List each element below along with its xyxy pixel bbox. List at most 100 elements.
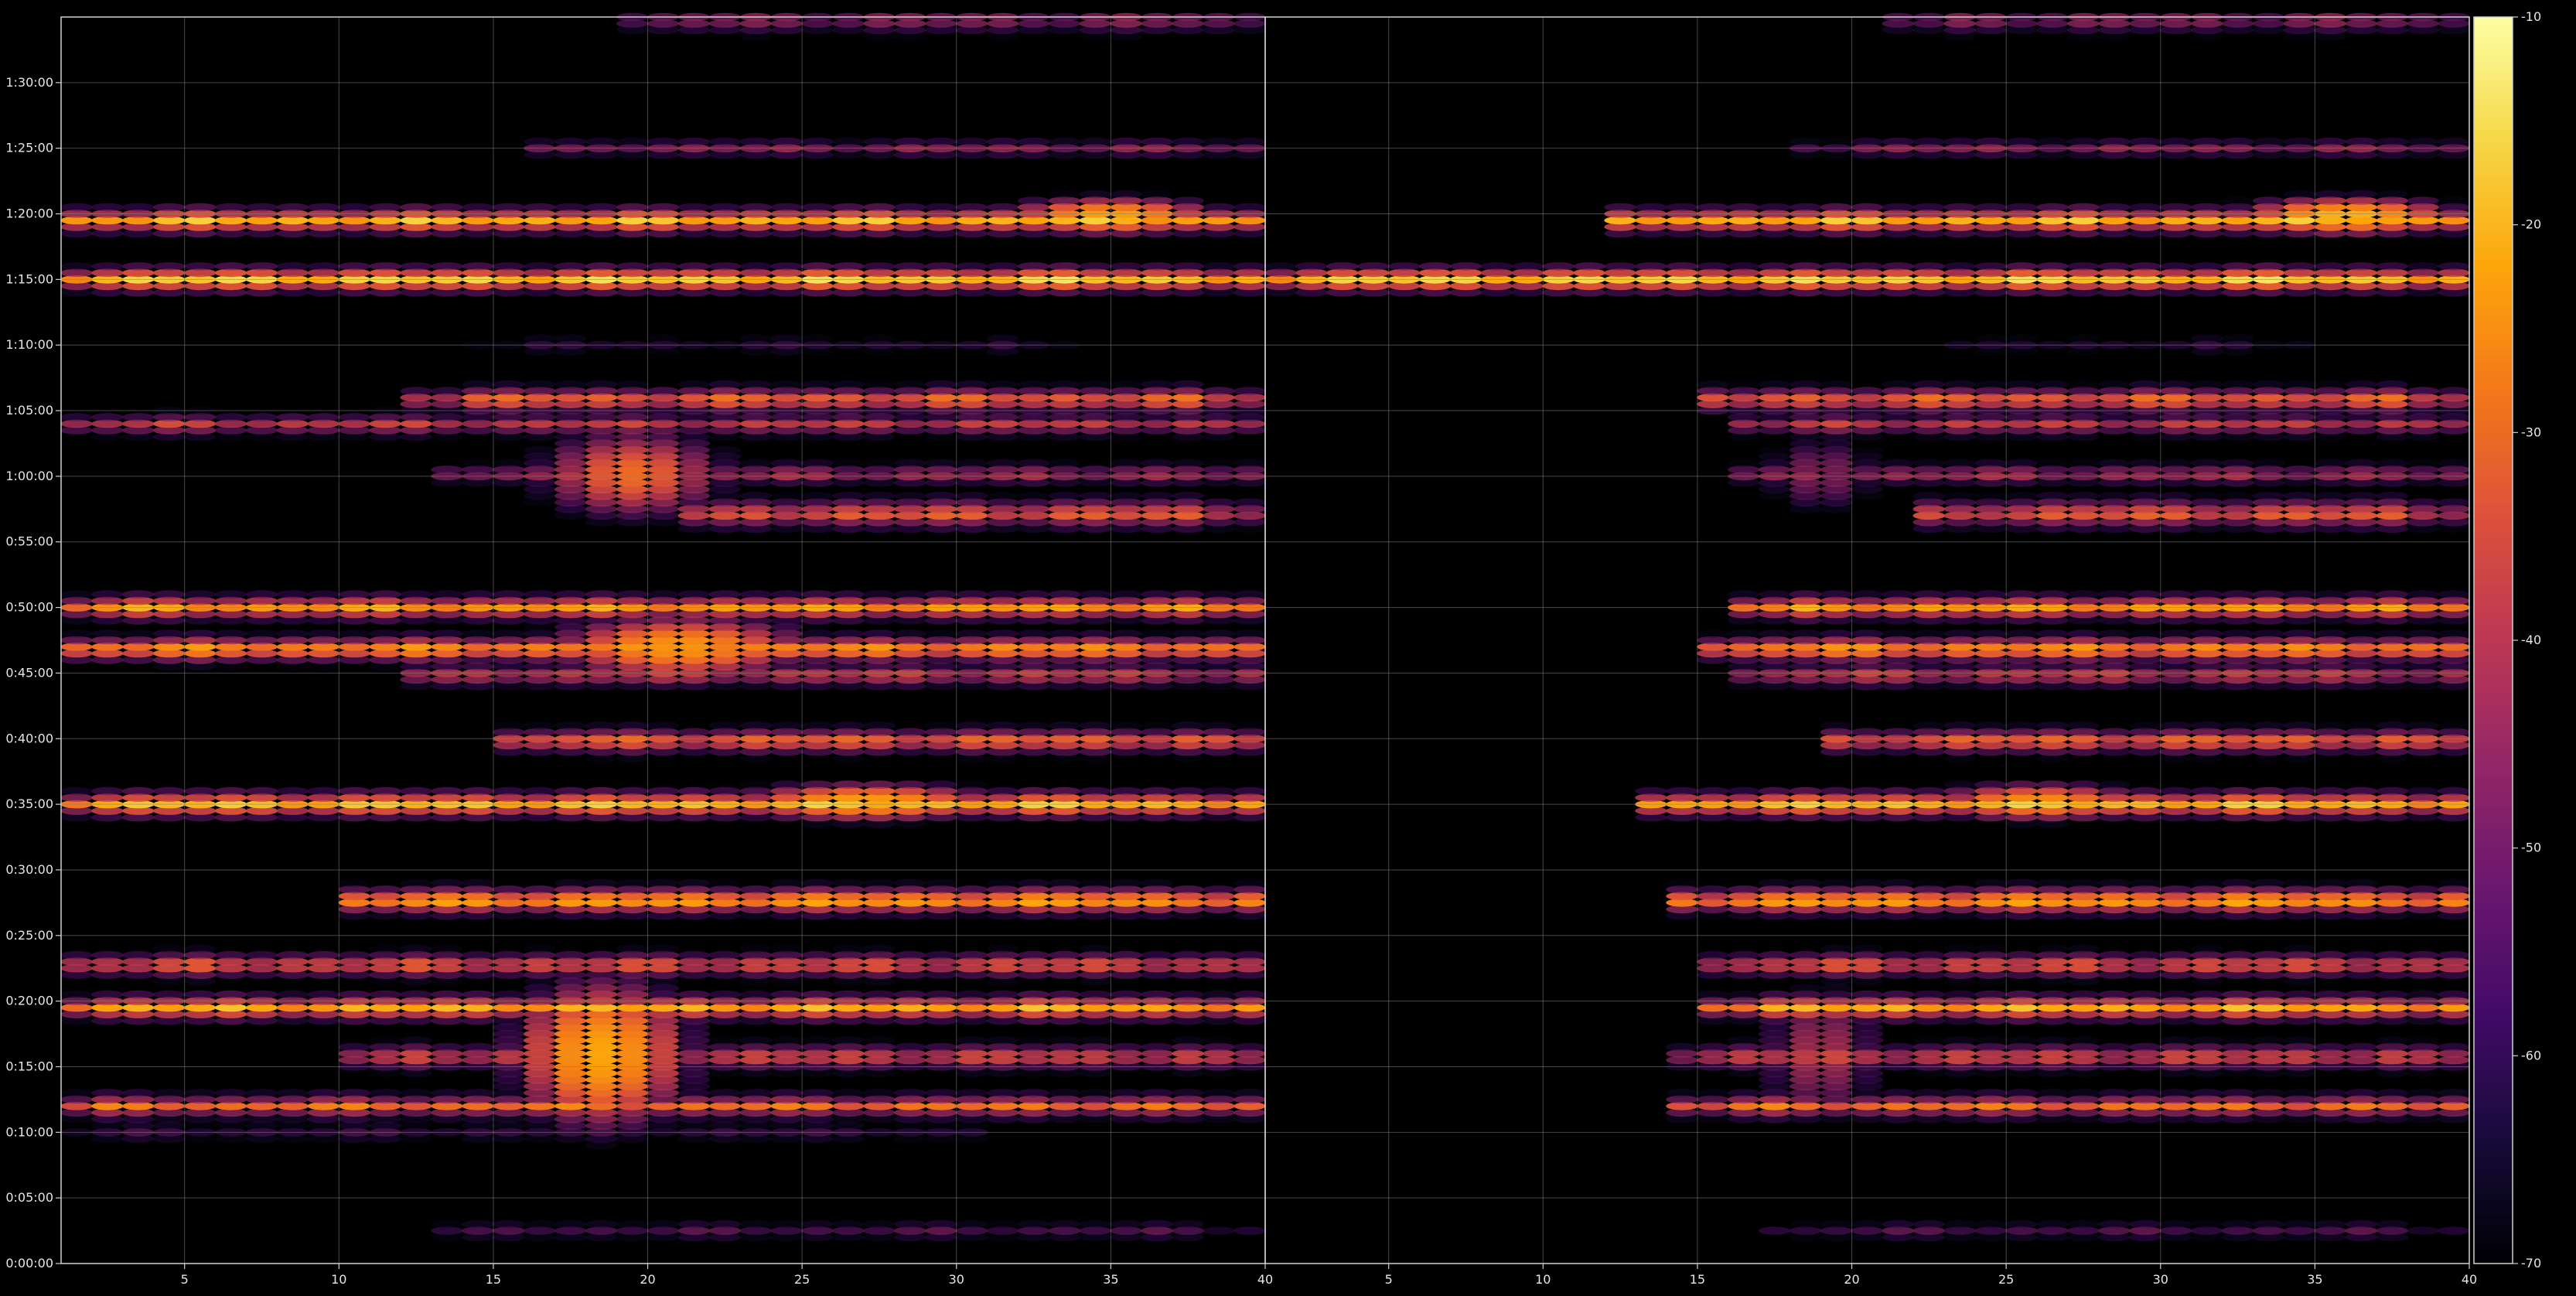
heatmap-cell [987,1220,1019,1229]
heatmap-cell [1974,780,2007,789]
heatmap-cell [1728,885,1760,894]
heatmap-cell [1203,1089,1235,1097]
heatmap-cell [2160,1220,2192,1229]
heatmap-cell [554,1220,587,1229]
heatmap-cell [2005,1036,2038,1045]
heatmap-cell [956,1089,988,1097]
heatmap-cell [925,380,957,389]
heatmap-cell [91,629,124,638]
heatmap-cell [801,1089,834,1097]
heatmap-cell [585,721,618,730]
heatmap-cell [1172,991,1204,999]
heatmap-cell [308,590,340,599]
heatmap-cell [246,262,278,271]
heatmap-cell [2129,262,2161,271]
heatmap-cell [308,1089,340,1097]
heatmap-cell [2005,1089,2038,1097]
heatmap-cell [1851,945,1884,953]
heatmap-cell [1944,885,1977,894]
heatmap-cell [801,203,834,212]
heatmap-cell [2005,721,2038,730]
heatmap-cell [2253,1036,2285,1045]
heatmap-cell [1944,492,1977,500]
heatmap-cell [493,1220,525,1229]
heatmap-cell [60,262,93,271]
heatmap-cell [987,629,1019,638]
heatmap-cell [554,590,587,599]
heatmap-cell [462,459,494,468]
heatmap-cell [894,1043,926,1052]
heatmap-cell [585,262,618,271]
heatmap-cell [1111,190,1143,199]
heatmap-cell [1141,1043,1174,1052]
heatmap-cell [1759,787,1791,796]
heatmap-cell [1666,1043,1698,1052]
heatmap-cell [2222,1220,2254,1229]
heatmap-cell [1111,991,1143,999]
heatmap-cell [1913,951,1946,960]
heatmap-cell [1974,262,2007,271]
heatmap-cell [369,1036,401,1045]
heatmap-cell [2098,459,2131,468]
heatmap-cell [832,203,865,212]
heatmap-cell [1697,1043,1729,1052]
heatmap-cell [1790,590,1822,599]
heatmap-cell [2067,629,2100,638]
heatmap-cell [894,262,926,271]
heatmap-cell [1018,492,1050,500]
heatmap-cell [1944,721,1977,730]
heatmap-cell [925,459,957,468]
heatmap-cell [1944,1220,1977,1229]
heatmap-cell [1913,590,1946,599]
heatmap-cell [1820,879,1853,888]
heatmap-cell [2222,951,2254,960]
heatmap-cell [2067,1036,2100,1045]
heatmap-cell [770,1089,803,1097]
heatmap-cell [1018,380,1050,389]
heatmap-cell [1172,262,1204,271]
heatmap-cell [801,1220,834,1229]
heatmap-cell [1635,203,1667,212]
heatmap-cell [1080,262,1112,271]
heatmap-cell [554,951,587,960]
heatmap-cell [277,590,309,599]
heatmap-cell [2098,492,2131,500]
heatmap-cell [215,413,247,421]
heatmap-cell [2284,945,2316,953]
heatmap-cell [2191,1036,2223,1045]
heatmap-cell [1233,203,1266,212]
heatmap-cell [122,413,155,421]
heatmap-cell [2129,951,2161,960]
heatmap-cell [1759,262,1791,271]
heatmap-cell [1882,728,1915,737]
heatmap-cell [2036,780,2069,789]
heatmap-cell [709,1220,742,1229]
heatmap-cell [740,138,773,146]
heatmap-cell [339,787,371,796]
heatmap-cell [1974,1036,2007,1045]
heatmap-cell [1172,590,1204,599]
heatmap-cell [1111,1089,1143,1097]
heatmap-cell [925,780,957,789]
heatmap-cell [2067,138,2100,146]
heatmap-cell [184,590,217,599]
heatmap-cell [1882,262,1915,271]
heatmap-cell [2284,629,2316,638]
heatmap-cell [2005,780,2038,789]
heatmap-cell [1080,380,1112,389]
heatmap-cell [894,728,926,737]
heatmap-cell [2253,629,2285,638]
heatmap-cell [1697,787,1729,796]
heatmap-cell [1111,1220,1143,1229]
heatmap-cell [2005,492,2038,500]
heatmap-cell [1944,1036,1977,1045]
heatmap-cell [1974,138,2007,146]
heatmap-cell [1728,203,1760,212]
heatmap-cell [524,1220,556,1229]
heatmap-cell [2222,492,2254,500]
heatmap-cell [1203,203,1235,212]
heatmap-cell [1203,885,1235,894]
heatmap-cell [801,459,834,468]
heatmap-cell [647,945,680,953]
heatmap-cell [2036,991,2069,999]
